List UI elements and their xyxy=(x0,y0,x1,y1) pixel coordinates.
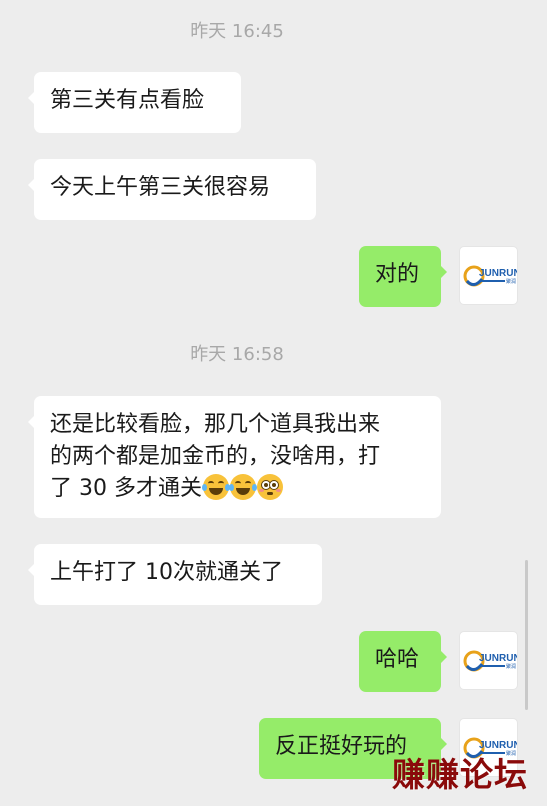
message-text: 今天上午第三关很容易 xyxy=(50,175,271,200)
message-bubble-received[interactable]: 还是比较看脸，那几个道具我出来 的两个都是加金币的，没啥用，打 了 30 多才通… xyxy=(28,396,441,518)
message-bubble-received[interactable]: 第三关有点看脸 xyxy=(28,72,241,133)
message-bubble-received[interactable]: 今天上午第三关很容易 xyxy=(28,159,316,220)
message-text: 上午打了 10次就通关了 xyxy=(50,560,283,585)
message-text-line: 了 30 多才通关 xyxy=(50,473,425,505)
chat-window[interactable]: 昨天 16:45 第三关有点看脸 今天上午第三关很容易 对的 JUNRUN 聚润… xyxy=(0,0,547,806)
watermark: 赚赚论坛 xyxy=(392,755,528,794)
junrun-logo-icon: JUNRUN 聚润 xyxy=(463,265,518,287)
message-bubble-received[interactable]: 上午打了 10次就通关了 xyxy=(28,544,322,605)
face-with-tears-of-joy-icon xyxy=(228,474,257,500)
avatar-logo-text: JUNRUN xyxy=(479,653,518,664)
message-text-line: 的两个都是加金币的，没啥用，打 xyxy=(50,444,381,469)
face-with-tears-of-joy-icon xyxy=(201,474,230,500)
avatar-logo-subtext: 聚润 xyxy=(506,663,516,670)
message-text: 了 30 多才通关 xyxy=(50,476,202,501)
message-text: 哈哈 xyxy=(375,647,420,672)
message-text-line: 还是比较看脸，那几个道具我出来 xyxy=(50,412,381,437)
scrollbar[interactable] xyxy=(525,560,528,710)
message-bubble-sent[interactable]: 哈哈 xyxy=(359,631,447,692)
avatar[interactable]: JUNRUN 聚润 xyxy=(459,631,518,690)
junrun-logo-icon: JUNRUN 聚润 xyxy=(463,650,518,672)
message-text: 第三关有点看脸 xyxy=(50,88,205,113)
avatar-logo-text: JUNRUN xyxy=(479,268,518,279)
message-text: 反正挺好玩的 xyxy=(275,734,408,759)
message-timestamp: 昨天 16:45 xyxy=(190,21,284,42)
message-timestamp: 昨天 16:58 xyxy=(190,344,284,365)
avatar[interactable]: JUNRUN 聚润 xyxy=(459,246,518,305)
flushed-face-icon xyxy=(256,474,283,500)
message-text: 对的 xyxy=(375,262,420,287)
message-bubble-sent[interactable]: 对的 xyxy=(359,246,447,307)
avatar-logo-subtext: 聚润 xyxy=(506,278,516,285)
